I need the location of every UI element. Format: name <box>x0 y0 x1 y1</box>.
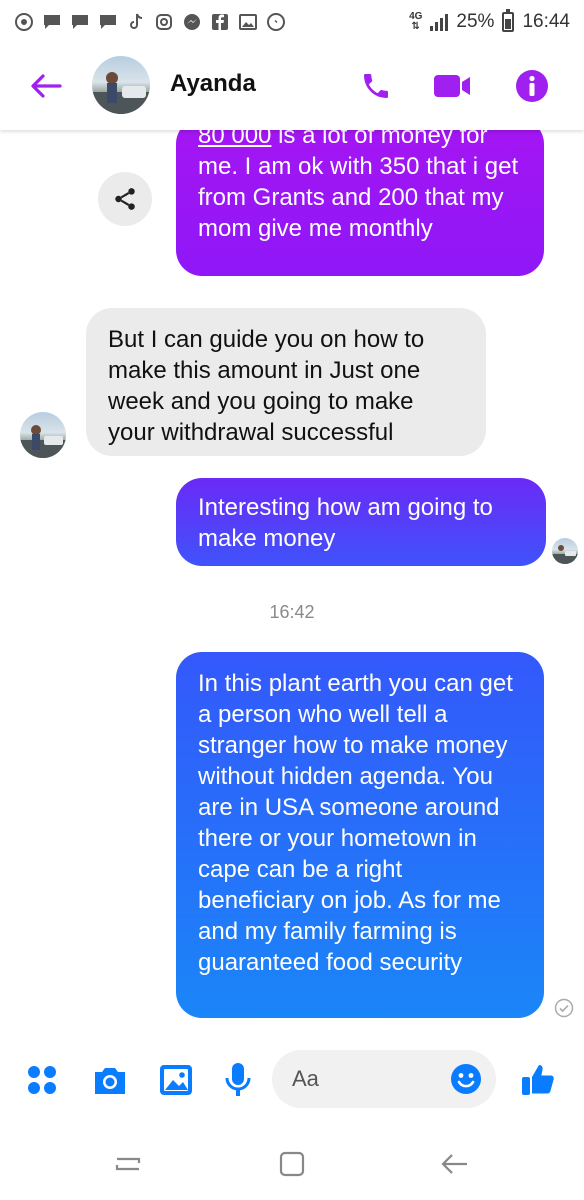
message-input[interactable]: Aa <box>272 1050 496 1108</box>
system-navigation-bar <box>0 1130 584 1200</box>
message-list[interactable]: 80 000 is a lot of money for me. I am ok… <box>0 130 584 1030</box>
message-link-text[interactable]: 80 000 <box>198 130 271 149</box>
incoming-message[interactable]: But I can guide you on how to make this … <box>86 308 486 456</box>
message-text: In this plant earth you can get a person… <box>198 670 513 976</box>
back-arrow-icon <box>31 74 62 98</box>
gallery-button[interactable] <box>156 1060 196 1100</box>
contact-avatar-small <box>20 412 66 458</box>
microphone-icon <box>225 1063 251 1096</box>
info-button[interactable] <box>512 66 552 106</box>
image-icon <box>160 1065 192 1095</box>
battery-percent: 25% <box>456 11 495 32</box>
message-text: Interesting how am going to make money <box>198 494 493 552</box>
video-call-button[interactable] <box>432 66 472 106</box>
clock: 16:44 <box>522 11 570 32</box>
contact-name[interactable]: Ayanda <box>170 70 256 98</box>
messenger-chat-icon <box>42 12 62 32</box>
network-type: 4G ⇅ <box>409 11 423 32</box>
recent-apps-icon <box>115 1157 141 1171</box>
status-bar: 4G ⇅ 25% 16:44 <box>0 0 584 44</box>
back-nav-icon <box>441 1154 467 1174</box>
four-dots-icon <box>28 1066 56 1094</box>
message-timestamp: 16:42 <box>269 602 315 622</box>
info-icon <box>516 70 548 102</box>
conversation-header: Ayanda <box>0 44 584 130</box>
message-text: But I can guide you on how to make this … <box>108 326 425 446</box>
notification-icons <box>14 12 286 32</box>
gallery-icon <box>238 12 258 32</box>
messenger-chat-icon <box>98 12 118 32</box>
chrome-icon <box>14 12 34 32</box>
emoji-icon[interactable] <box>450 1063 482 1095</box>
camera-button[interactable] <box>90 1060 130 1100</box>
phone-icon <box>364 74 388 98</box>
message-composer: Aa <box>0 1046 584 1114</box>
like-button[interactable] <box>518 1060 558 1100</box>
home-button[interactable] <box>272 1144 312 1184</box>
outgoing-message[interactable]: In this plant earth you can get a person… <box>176 652 544 1018</box>
share-button[interactable] <box>98 172 152 226</box>
back-nav-button[interactable] <box>434 1144 474 1184</box>
more-actions-button[interactable] <box>22 1060 62 1100</box>
battery-icon <box>502 9 515 32</box>
share-icon <box>115 188 135 210</box>
voice-call-button[interactable] <box>356 66 396 106</box>
recent-apps-button[interactable] <box>108 1144 148 1184</box>
contact-avatar[interactable] <box>92 56 150 114</box>
messenger-icon <box>266 12 286 32</box>
voice-record-button[interactable] <box>218 1060 258 1100</box>
sent-check-icon <box>554 998 574 1018</box>
camera-icon <box>95 1068 125 1094</box>
facebook-icon <box>210 12 230 32</box>
message-input-placeholder: Aa <box>292 1066 319 1091</box>
home-icon <box>279 1151 305 1177</box>
tiktok-icon <box>126 12 146 32</box>
outgoing-message[interactable]: 80 000 is a lot of money for me. I am ok… <box>176 130 544 276</box>
read-receipt-avatar <box>552 538 578 564</box>
video-camera-icon <box>434 75 470 97</box>
messenger-icon <box>182 12 202 32</box>
thumbs-up-icon <box>522 1065 554 1095</box>
instagram-icon <box>154 12 174 32</box>
signal-icon <box>430 13 449 31</box>
messenger-chat-icon <box>70 12 90 32</box>
outgoing-message[interactable]: Interesting how am going to make money <box>176 478 546 566</box>
back-button[interactable] <box>26 66 66 106</box>
